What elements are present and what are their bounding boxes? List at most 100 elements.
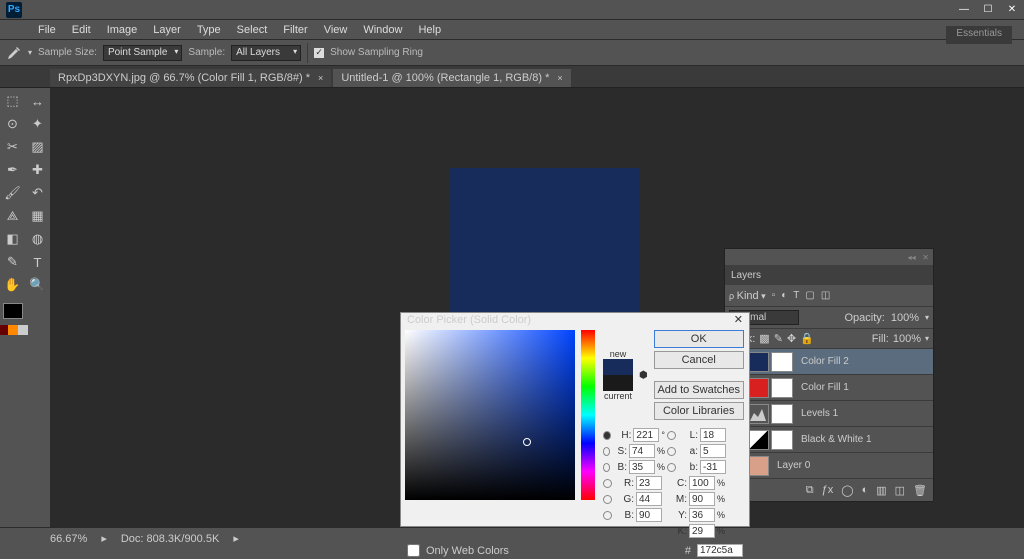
layer-name[interactable]: Color Fill 2 [801,356,849,367]
layer-mask[interactable] [771,430,793,450]
hex-input[interactable] [697,544,743,557]
layer-row[interactable]: 👁 Layer 0 [725,453,933,479]
folder-icon[interactable]: ▥ [876,484,886,497]
layer-thumbnail[interactable] [747,404,769,424]
bv-input[interactable] [629,460,655,474]
layer-name[interactable]: Color Fill 1 [801,382,849,393]
lock-pixel-icon[interactable]: ✎ [774,332,783,345]
h-radio[interactable] [603,431,611,440]
r-radio[interactable] [603,479,612,488]
panel-handle[interactable]: ◂◂ ✕ [725,249,933,265]
show-ring-checkbox[interactable]: ✓ [314,48,324,58]
layer-name[interactable]: Black & White 1 [801,434,872,445]
chevron-right-icon[interactable]: ▸ [233,532,239,545]
r-input[interactable] [636,476,662,490]
layer-name[interactable]: Levels 1 [801,408,838,419]
y-input[interactable] [689,508,715,522]
menu-type[interactable]: Type [189,24,229,36]
menu-filter[interactable]: Filter [275,24,315,36]
sample-size-select[interactable]: Point Sample [103,45,182,61]
trash-icon[interactable]: 🗑 [913,484,927,497]
h-input[interactable] [633,428,659,442]
c-input[interactable] [689,476,715,490]
heal-tool[interactable]: ✚ [27,159,49,181]
mask-icon[interactable]: ◯ [841,484,853,497]
clone-tool[interactable]: ⟁ [2,205,24,227]
l-input[interactable] [700,428,726,442]
layer-mask[interactable] [771,378,793,398]
dialog-titlebar[interactable]: Color Picker (Solid Color) ✕ [401,313,749,326]
zoom-level[interactable]: 66.67% [50,533,87,545]
only-web-checkbox[interactable] [407,544,420,557]
g-radio[interactable] [603,495,612,504]
lock-trans-icon[interactable]: ▩ [759,332,769,345]
a-radio[interactable] [667,447,676,456]
color-libraries-button[interactable]: Color Libraries [654,402,744,420]
layer-row[interactable]: 👁 Levels 1 [725,401,933,427]
menu-layer[interactable]: Layer [145,24,189,36]
bb-radio[interactable] [603,511,612,520]
pen-tool[interactable]: ✎ [2,251,24,273]
hue-slider[interactable] [581,330,595,500]
layer-thumbnail[interactable] [747,378,769,398]
s-radio[interactable] [603,447,610,456]
cancel-button[interactable]: Cancel [654,351,744,369]
eyedropper-tool[interactable]: ✒ [2,159,24,181]
add-swatches-button[interactable]: Add to Swatches [654,381,744,399]
s-input[interactable] [629,444,655,458]
chevron-down-icon[interactable]: ▾ [925,313,929,322]
lab-b-input[interactable] [700,460,726,474]
slice-tool[interactable]: ▨ [27,136,49,158]
filter-shape-icon[interactable]: ▢ [805,290,814,301]
chevron-down-icon[interactable]: ▾ [28,48,32,57]
new-layer-icon[interactable]: ◫ [895,484,905,497]
opacity-value[interactable]: 100% [891,312,919,324]
tab-close-icon[interactable]: × [318,73,323,83]
gradient-tool[interactable]: ▦ [27,205,49,227]
hand-tool[interactable]: ✋ [2,274,24,296]
eraser-tool[interactable]: ◧ [2,228,24,250]
crop-tool[interactable]: ✂ [2,136,24,158]
document-tab-2[interactable]: Untitled-1 @ 100% (Rectangle 1, RGB/8) *… [333,69,570,87]
g-input[interactable] [636,492,662,506]
menu-select[interactable]: Select [229,24,276,36]
wand-tool[interactable]: ✦ [27,113,49,135]
fill-value[interactable]: 100% [893,333,921,345]
layer-thumbnail[interactable] [747,456,769,476]
marquee-tool[interactable]: ⬚ [2,90,24,112]
layers-tab[interactable]: Layers [725,265,933,285]
l-radio[interactable] [667,431,676,440]
maximize-button[interactable]: ☐ [976,2,1000,18]
filter-pixel-icon[interactable]: ▫ [772,290,776,301]
mini-swatch[interactable] [8,325,18,335]
link-layers-icon[interactable]: ⧉ [806,484,814,497]
filter-smart-icon[interactable]: ◫ [821,290,830,301]
chevron-right-icon[interactable]: ▸ [101,532,107,545]
lab-b-radio[interactable] [667,463,676,472]
color-cursor[interactable] [523,438,531,446]
close-button[interactable]: ✕ [1000,2,1024,18]
menu-help[interactable]: Help [410,24,449,36]
ok-button[interactable]: OK [654,330,744,348]
tab-close-icon[interactable]: × [557,73,562,83]
layer-name[interactable]: Layer 0 [777,460,810,471]
m-input[interactable] [689,492,715,506]
canvas-area[interactable]: ◂◂ ✕ Layers ρ Kind ▾ ▫ ◐ T ▢ ◫ Normal Op… [50,88,1024,527]
layer-row[interactable]: 👁 Color Fill 2 [725,349,933,375]
blur-tool[interactable]: ◍ [27,228,49,250]
layer-thumbnail[interactable] [747,352,769,372]
minimize-button[interactable]: — [952,2,976,18]
lock-all-icon[interactable]: 🔒 [800,332,814,345]
chevron-down-icon[interactable]: ▾ [925,334,929,343]
menu-window[interactable]: Window [355,24,410,36]
sample-select[interactable]: All Layers [231,45,301,61]
fx-icon[interactable]: ƒx [822,484,834,496]
color-field[interactable] [405,330,575,500]
adjust-icon[interactable]: ◐ [862,484,869,496]
layer-row[interactable]: 👁 Color Fill 1 [725,375,933,401]
lock-pos-icon[interactable]: ✥ [787,332,796,345]
a-input[interactable] [700,444,726,458]
layer-mask[interactable] [771,404,793,424]
mini-swatch[interactable] [0,325,8,335]
menu-file[interactable]: File [30,24,64,36]
